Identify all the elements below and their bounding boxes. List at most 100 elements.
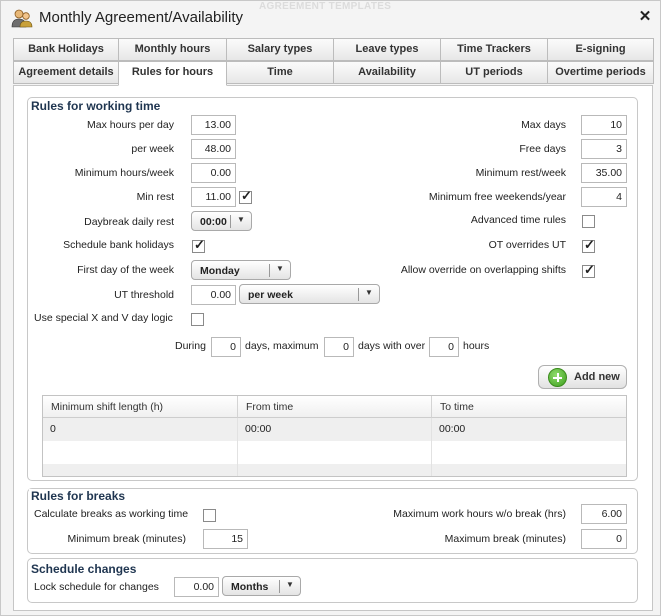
daybreak-select[interactable]: 00:00 ▼ (191, 211, 252, 231)
checkmark-icon: ✓ (241, 188, 252, 203)
table-cell (432, 441, 626, 464)
free-days-input[interactable]: 3 (581, 139, 627, 159)
schedule-bank-holidays-checkbox[interactable]: ✓ (192, 237, 205, 253)
table-cell (432, 464, 626, 476)
tab-e-signing[interactable]: E-signing (547, 38, 654, 61)
schedule-changes-title: Schedule changes (29, 562, 139, 576)
max-work-hours-label: Maximum work hours w/o break (hrs) (393, 508, 566, 520)
daybreak-label: Daybreak daily rest (84, 216, 174, 228)
max-days-input[interactable]: 10 (581, 115, 627, 135)
first-day-label: First day of the week (77, 264, 174, 276)
table-cell (43, 441, 238, 464)
max-break-input[interactable]: 0 (581, 529, 627, 549)
hours-label: hours (463, 340, 490, 352)
tab-ut-periods[interactable]: UT periods (440, 61, 548, 84)
tab-monthly-hours[interactable]: Monthly hours (118, 38, 227, 61)
days-maximum-label: days, maximum (245, 340, 319, 352)
checkmark-icon: ✓ (194, 237, 205, 252)
title-bar: Monthly Agreement/Availability ✕ (1, 1, 660, 35)
maximum-days-input[interactable]: 0 (324, 337, 354, 357)
add-new-button[interactable]: Add new (538, 365, 627, 389)
dialog-window: AGREEMENT TEMPLATES Monthly Agreement/Av… (0, 0, 661, 616)
chevron-down-icon: ▼ (286, 580, 294, 589)
min-rest-week-input[interactable]: 35.00 (581, 163, 627, 183)
shift-length-table: Minimum shift length (h) From time To ti… (42, 395, 627, 477)
tab-overtime-periods[interactable]: Overtime periods (547, 61, 654, 84)
ut-threshold-label: UT threshold (114, 289, 174, 301)
lock-unit-value: Months (231, 581, 269, 593)
lock-unit-select[interactable]: Months ▼ (222, 576, 301, 596)
tab-time[interactable]: Time (226, 61, 334, 84)
during-label: During (175, 340, 206, 352)
max-hours-day-input[interactable]: 13.00 (191, 115, 236, 135)
ut-period-value: per week (248, 289, 293, 301)
during-days-input[interactable]: 0 (211, 337, 241, 357)
table-cell: 00:00 (238, 418, 432, 441)
table-row-empty (43, 441, 626, 464)
max-work-hours-input[interactable]: 6.00 (581, 504, 627, 524)
table-row[interactable]: 0 00:00 00:00 (43, 418, 626, 441)
min-break-input[interactable]: 15 (203, 529, 248, 549)
min-rest-input[interactable]: 11.00 (191, 187, 236, 207)
min-hours-week-input[interactable]: 0.00 (191, 163, 236, 183)
min-hours-week-label: Minimum hours/week (74, 167, 174, 179)
advanced-rules-label: Advanced time rules (470, 214, 566, 226)
ot-overrides-ut-label: OT overrides UT (488, 239, 566, 251)
days-with-over-label: days with over (358, 340, 426, 352)
tab-rules-for-hours[interactable]: Rules for hours (118, 61, 227, 86)
max-hours-day-label: Max hours per day (87, 119, 174, 131)
table-cell (43, 464, 238, 476)
chevron-down-icon: ▼ (237, 215, 245, 224)
allow-override-label: Allow override on overlapping shifts (400, 264, 566, 276)
ot-overrides-ut-checkbox[interactable]: ✓ (582, 237, 595, 253)
tab-availability[interactable]: Availability (333, 61, 441, 84)
lock-schedule-input[interactable]: 0.00 (174, 577, 219, 597)
dialog-title: Monthly Agreement/Availability (39, 9, 243, 26)
column-header-from-time[interactable]: From time (238, 396, 432, 418)
calc-breaks-checkbox[interactable] (203, 509, 216, 522)
max-break-label: Maximum break (minutes) (444, 533, 566, 545)
advanced-rules-checkbox[interactable] (582, 215, 595, 228)
lock-schedule-label: Lock schedule for changes (34, 581, 159, 593)
ut-threshold-input[interactable]: 0.00 (191, 285, 236, 305)
allow-override-checkbox[interactable]: ✓ (582, 262, 595, 278)
table-cell (238, 441, 432, 464)
schedule-bank-holidays-label: Schedule bank holidays (63, 239, 174, 251)
column-header-min-shift[interactable]: Minimum shift length (h) (43, 396, 238, 418)
tab-agreement-details[interactable]: Agreement details (13, 61, 119, 84)
column-header-to-time[interactable]: To time (432, 396, 626, 418)
per-week-label: per week (131, 143, 174, 155)
close-button[interactable]: ✕ (637, 9, 653, 25)
users-icon (11, 9, 33, 28)
checkmark-icon: ✓ (584, 237, 595, 252)
first-day-value: Monday (200, 265, 240, 277)
min-rest-week-label: Minimum rest/week (475, 167, 566, 179)
tab-salary-types[interactable]: Salary types (226, 38, 334, 61)
special-xv-checkbox[interactable] (191, 313, 204, 326)
min-rest-checkbox[interactable]: ✓ (239, 188, 252, 204)
tab-time-trackers[interactable]: Time Trackers (440, 38, 548, 61)
table-cell (238, 464, 432, 476)
per-week-input[interactable]: 48.00 (191, 139, 236, 159)
over-hours-input[interactable]: 0 (429, 337, 459, 357)
daybreak-value: 00:00 (200, 216, 227, 228)
min-break-label: Minimum break (minutes) (67, 533, 186, 545)
tab-bank-holidays[interactable]: Bank Holidays (13, 38, 119, 61)
max-days-label: Max days (521, 119, 566, 131)
select-separator (230, 215, 231, 228)
add-icon (548, 368, 567, 387)
free-days-label: Free days (519, 143, 566, 155)
select-separator (358, 288, 359, 301)
table-row-empty (43, 464, 626, 476)
calc-breaks-label: Calculate breaks as working time (34, 508, 189, 520)
tab-leave-types[interactable]: Leave types (333, 38, 441, 61)
table-cell: 00:00 (439, 423, 466, 435)
min-rest-label: Min rest (136, 191, 174, 203)
breaks-title: Rules for breaks (29, 489, 128, 503)
add-new-label: Add new (574, 371, 620, 383)
select-separator (269, 264, 270, 277)
min-free-weekends-input[interactable]: 4 (581, 187, 627, 207)
ut-period-select[interactable]: per week ▼ (239, 284, 380, 304)
select-separator (279, 580, 280, 593)
first-day-select[interactable]: Monday ▼ (191, 260, 291, 280)
